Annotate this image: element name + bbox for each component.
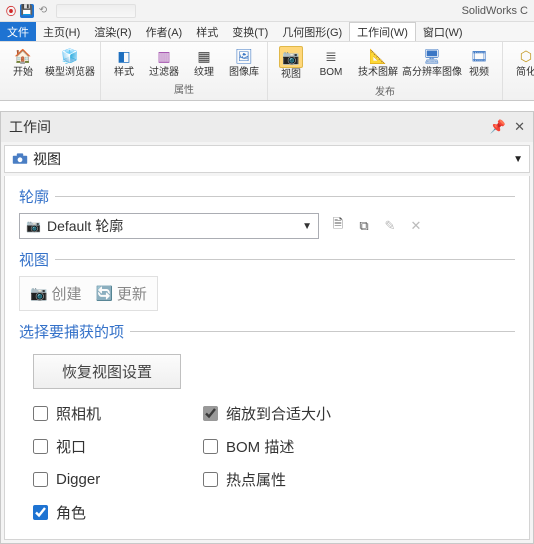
menu-style[interactable]: 样式 bbox=[189, 22, 225, 41]
checkbox[interactable] bbox=[203, 406, 218, 421]
video-icon: 🎞 bbox=[469, 46, 489, 66]
ribbon-group-props: ◧样式 ▥过滤器 ▦纹理 🖼图像库 属性 bbox=[101, 42, 268, 100]
house-icon: 🏠 bbox=[13, 46, 33, 66]
panel-mode-select[interactable]: 视图 ▼ bbox=[4, 145, 530, 173]
checkbox[interactable] bbox=[33, 505, 48, 520]
section-title-capture: 选择要捕获的项 bbox=[19, 321, 124, 342]
title-bar: ⦿ 💾 ⟲ SolidWorks C bbox=[0, 0, 534, 22]
copy-profile-icon[interactable]: ⧉ bbox=[355, 217, 373, 235]
menu-transform[interactable]: 变换(T) bbox=[225, 22, 275, 41]
view-section: 视图 📷 创建 🔄 更新 bbox=[9, 243, 525, 315]
ribbon-btn-texture[interactable]: ▦纹理 bbox=[187, 46, 221, 78]
ribbon-group-publish: 📷视图 ≣BOM 📐技术图解 🖥高分辨率图像 🎞视频 发布 bbox=[268, 42, 503, 100]
hires-icon: 🖥 bbox=[422, 46, 442, 66]
chk-hotspot[interactable]: 热点属性 bbox=[203, 469, 403, 490]
chk-camera[interactable]: 照相机 bbox=[33, 403, 193, 424]
divider bbox=[130, 331, 515, 332]
ribbon-btn-filter[interactable]: ▥过滤器 bbox=[147, 46, 181, 78]
checkbox[interactable] bbox=[203, 439, 218, 454]
panel-header: 工作间 📌 ✕ bbox=[1, 112, 533, 142]
menu-file[interactable]: 文件 bbox=[0, 22, 36, 41]
ribbon-btn-start[interactable]: 🏠 开始 bbox=[6, 46, 40, 78]
view-actions: 📷 创建 🔄 更新 bbox=[19, 276, 158, 311]
group-label: 属性 bbox=[174, 79, 194, 98]
ribbon-btn-imglib[interactable]: 🖼图像库 bbox=[227, 46, 261, 78]
workroom-panel: 工作间 📌 ✕ 视图 ▼ 轮廓 📷 Default 轮廓 ▼ bbox=[0, 111, 534, 544]
ribbon-group-start: 🏠 开始 🧊 模型浏览器 bbox=[0, 42, 101, 100]
delete-profile-icon[interactable]: ✕ bbox=[407, 217, 425, 235]
restore-view-button[interactable]: 恢复视图设置 bbox=[33, 354, 181, 389]
title-text: SolidWorks C bbox=[462, 5, 528, 17]
chk-fitzoom[interactable]: 缩放到合适大小 bbox=[203, 403, 403, 424]
panel-body: 轮廓 📷 Default 轮廓 ▼ 🗎 ⧉ ✎ ✕ 视图 bbox=[4, 176, 530, 540]
texture-icon: ▦ bbox=[194, 46, 214, 66]
group-label: 发布 bbox=[375, 81, 395, 100]
filter-icon: ▥ bbox=[154, 46, 174, 66]
checkbox[interactable] bbox=[33, 406, 48, 421]
capture-section: 选择要捕获的项 恢复视图设置 照相机 缩放到合适大小 视口 BOM 描述 Dig… bbox=[9, 315, 525, 531]
chevron-down-icon: ▼ bbox=[513, 154, 523, 165]
menu-window[interactable]: 窗口(W) bbox=[416, 22, 470, 41]
profile-value: Default 轮廓 bbox=[47, 216, 302, 236]
create-view-button[interactable]: 📷 创建 bbox=[30, 283, 81, 304]
chevron-down-icon: ▼ bbox=[302, 221, 312, 232]
camera-icon: 📷 bbox=[30, 285, 47, 302]
qat-item[interactable]: ⟲ bbox=[36, 4, 50, 18]
section-title-profile: 轮廓 bbox=[19, 186, 49, 207]
checkbox[interactable] bbox=[33, 439, 48, 454]
menu-workroom[interactable]: 工作间(W) bbox=[349, 22, 416, 41]
cube-tree-icon: 🧊 bbox=[60, 46, 80, 66]
panel-mode-label: 视图 bbox=[33, 149, 513, 169]
qat-strip bbox=[56, 4, 136, 18]
bom-icon: ≣ bbox=[321, 46, 341, 66]
qat: ⦿ 💾 ⟲ bbox=[4, 4, 136, 18]
profile-dropdown[interactable]: 📷 Default 轮廓 ▼ bbox=[19, 213, 319, 239]
chk-role[interactable]: 角色 bbox=[33, 502, 193, 523]
ribbon-group-geom: ⬡简化 ⇔间隙检查 ✦交互式冲突检测 ▭物理规划 几何图形 bbox=[503, 42, 534, 100]
refresh-icon: 🔄 bbox=[95, 285, 112, 302]
new-profile-icon[interactable]: 🗎 bbox=[329, 217, 347, 235]
close-icon[interactable]: ✕ bbox=[514, 119, 525, 135]
menu-home[interactable]: 主页(H) bbox=[36, 22, 87, 41]
ribbon-btn-simplify[interactable]: ⬡简化 bbox=[509, 46, 534, 78]
divider bbox=[55, 259, 515, 260]
ribbon-btn-bom[interactable]: ≣BOM bbox=[314, 46, 348, 80]
section-title-view: 视图 bbox=[19, 249, 49, 270]
app-icon: ⦿ bbox=[4, 4, 18, 18]
ribbon-btn-video[interactable]: 🎞视频 bbox=[462, 46, 496, 80]
chk-bomdesc[interactable]: BOM 描述 bbox=[203, 436, 403, 457]
group-label bbox=[49, 79, 52, 94]
capture-checkboxes: 照相机 缩放到合适大小 视口 BOM 描述 Digger 热点属性 角色 bbox=[19, 399, 515, 527]
camera-icon bbox=[11, 152, 29, 166]
update-view-button[interactable]: 🔄 更新 bbox=[95, 283, 146, 304]
simplify-icon: ⬡ bbox=[516, 46, 534, 66]
panel-title: 工作间 bbox=[9, 117, 51, 137]
checkbox[interactable] bbox=[33, 472, 48, 487]
menu-render[interactable]: 渲染(R) bbox=[87, 22, 138, 41]
menu-author[interactable]: 作者(A) bbox=[139, 22, 190, 41]
tech-illus-icon: 📐 bbox=[368, 46, 388, 66]
checkbox[interactable] bbox=[203, 472, 218, 487]
ribbon: 🏠 开始 🧊 模型浏览器 ◧样式 ▥过滤器 ▦纹理 🖼图像库 属性 📷视图 ≣B… bbox=[0, 42, 534, 101]
divider bbox=[55, 196, 515, 197]
ribbon-btn-view[interactable]: 📷视图 bbox=[274, 46, 308, 80]
image-lib-icon: 🖼 bbox=[234, 46, 254, 66]
style-icon: ◧ bbox=[114, 46, 134, 66]
menu-bar: 文件 主页(H) 渲染(R) 作者(A) 样式 变换(T) 几何图形(G) 工作… bbox=[0, 22, 534, 42]
chk-digger[interactable]: Digger bbox=[33, 469, 193, 490]
ribbon-btn-techillus[interactable]: 📐技术图解 bbox=[354, 46, 402, 80]
profile-section: 轮廓 📷 Default 轮廓 ▼ 🗎 ⧉ ✎ ✕ bbox=[9, 180, 525, 243]
camera-icon: 📷 bbox=[279, 46, 303, 68]
pin-icon[interactable]: 📌 bbox=[490, 119, 506, 135]
rename-profile-icon[interactable]: ✎ bbox=[381, 217, 399, 235]
ribbon-btn-model-browser[interactable]: 🧊 模型浏览器 bbox=[46, 46, 94, 78]
ribbon-btn-hires[interactable]: 🖥高分辨率图像 bbox=[408, 46, 456, 80]
chk-viewport[interactable]: 视口 bbox=[33, 436, 193, 457]
ribbon-btn-style2[interactable]: ◧样式 bbox=[107, 46, 141, 78]
camera-icon: 📷 bbox=[26, 219, 41, 233]
save-icon[interactable]: 💾 bbox=[20, 4, 34, 18]
menu-geometry[interactable]: 几何图形(G) bbox=[275, 22, 349, 41]
